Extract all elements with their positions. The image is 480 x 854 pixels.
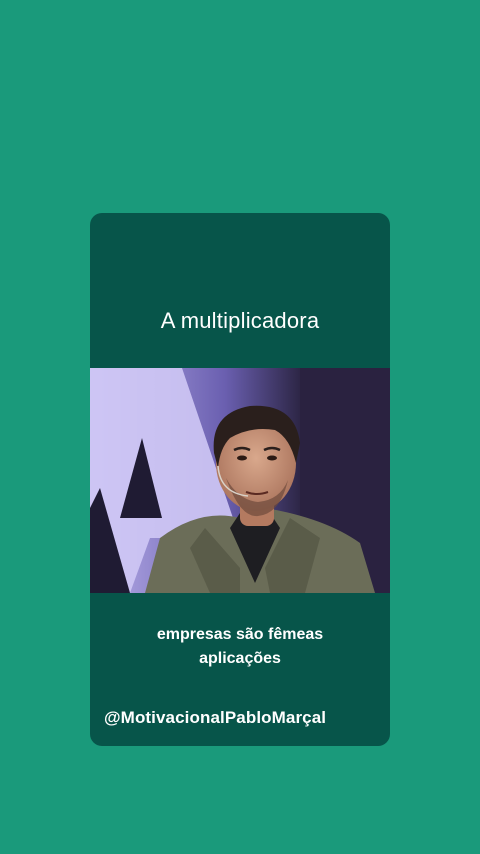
subtitle-caption: empresas são fêmeas aplicações <box>90 623 390 671</box>
caption-line-1: empresas são fêmeas <box>156 626 324 643</box>
caption-line-2: aplicações <box>199 650 281 667</box>
post-card: A multiplicadora empresas são fêmeas apl… <box>90 213 390 746</box>
post-title: A multiplicadora <box>160 308 320 333</box>
video-thumbnail[interactable] <box>90 368 390 593</box>
screen: { "card": { "title": "A multiplicadora",… <box>0 0 480 854</box>
speaker-image <box>90 368 390 593</box>
channel-handle[interactable]: @MotivacionalPabloMarçal <box>104 708 326 728</box>
